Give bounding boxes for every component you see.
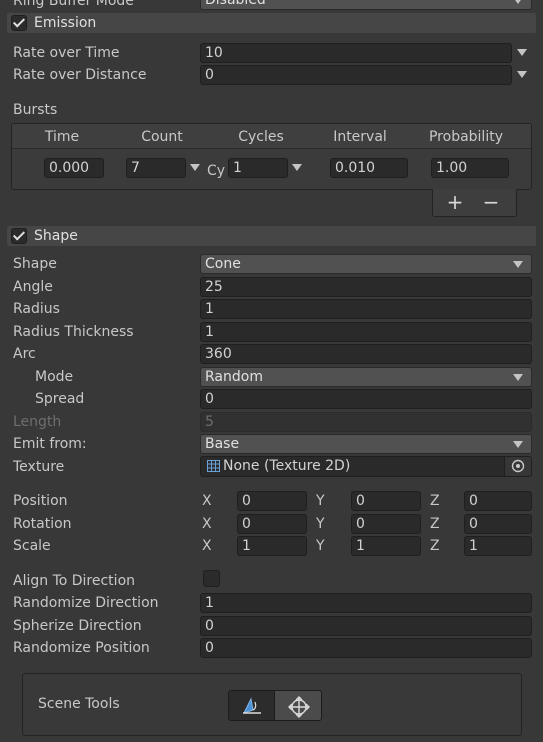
ring-buffer-mode-value: Disabled	[205, 0, 266, 8]
transform-gizmo-icon	[288, 696, 310, 718]
shape-enable-checkbox[interactable]	[11, 228, 27, 244]
rotation-y-label: Y	[316, 516, 325, 532]
shape-type-label: Shape	[13, 256, 57, 272]
rotation-x-label: X	[202, 516, 212, 532]
chevron-down-icon	[513, 0, 523, 4]
scene-tools-edit-shape-button[interactable]	[228, 690, 275, 721]
texture-object-field[interactable]: None (Texture 2D)	[200, 456, 532, 477]
angle-field[interactable]: 25	[200, 277, 532, 297]
texture-label: Texture	[13, 459, 65, 475]
rate-over-time-label: Rate over Time	[13, 45, 120, 61]
burst-cycles-prefix: Cy	[207, 163, 226, 179]
align-to-direction-checkbox[interactable]	[203, 570, 220, 587]
arc-spread-label: Spread	[35, 391, 85, 407]
scale-y-field[interactable]: 1	[351, 536, 421, 556]
position-z-field[interactable]: 0	[464, 491, 532, 511]
position-z-label: Z	[430, 493, 440, 509]
radius-thickness-field[interactable]: 1	[200, 322, 532, 342]
arc-spread-field[interactable]: 0	[200, 389, 532, 409]
emission-section-header[interactable]: Emission	[7, 13, 536, 33]
arc-mode-label: Mode	[35, 369, 74, 385]
angle-label: Angle	[13, 279, 53, 295]
bursts-header-interval: Interval	[333, 129, 387, 145]
shape-section-header[interactable]: Shape	[7, 226, 536, 246]
bursts-header-count: Count	[141, 129, 183, 145]
scale-label: Scale	[13, 538, 51, 554]
scale-y-label: Y	[316, 538, 325, 554]
position-x-label: X	[202, 493, 212, 509]
arc-field[interactable]: 360	[200, 344, 532, 364]
radius-thickness-label: Radius Thickness	[13, 324, 134, 340]
scene-tools-transform-button[interactable]	[274, 690, 322, 721]
texture-icon	[207, 460, 220, 472]
randomize-position-label: Randomize Position	[13, 640, 150, 656]
edit-shape-icon	[243, 697, 261, 714]
radius-field[interactable]: 1	[200, 299, 532, 319]
texture-value: None (Texture 2D)	[223, 458, 351, 474]
ring-buffer-mode-dropdown[interactable]: Disabled	[200, 0, 532, 10]
burst-cycles-field[interactable]: 1	[228, 158, 288, 178]
checkmark-icon	[12, 228, 26, 241]
arc-label: Arc	[13, 346, 36, 362]
chevron-down-icon	[513, 441, 523, 448]
shape-section-title: Shape	[34, 228, 78, 244]
emit-from-dropdown[interactable]: Base	[200, 434, 532, 454]
burst-count-field[interactable]: 7	[126, 158, 186, 178]
scale-x-label: X	[202, 538, 212, 554]
shape-type-value: Cone	[205, 256, 241, 272]
rate-over-distance-label: Rate over Distance	[13, 67, 147, 83]
rotation-z-label: Z	[430, 516, 440, 532]
count-chevron-icon[interactable]	[190, 164, 200, 171]
length-label: Length	[13, 414, 62, 430]
length-field: 5	[200, 412, 532, 432]
randomize-direction-label: Randomize Direction	[13, 595, 159, 611]
curve-mode-chevron-icon[interactable]	[517, 71, 527, 78]
rate-over-distance-field[interactable]: 0	[200, 65, 512, 85]
object-picker-button[interactable]	[504, 457, 531, 476]
randomize-direction-field[interactable]: 1	[200, 593, 532, 613]
arc-mode-dropdown[interactable]: Random	[200, 367, 532, 387]
rotation-label: Rotation	[13, 516, 72, 532]
align-to-direction-label: Align To Direction	[13, 573, 136, 589]
checkmark-icon	[12, 15, 26, 28]
burst-time-field[interactable]: 0.000	[44, 158, 104, 178]
burst-probability-field[interactable]: 1.00	[431, 158, 509, 178]
scene-tools-label: Scene Tools	[38, 696, 120, 712]
emission-section-title: Emission	[34, 15, 97, 31]
burst-interval-field[interactable]: 0.010	[330, 158, 408, 178]
scale-x-field[interactable]: 1	[237, 536, 307, 556]
position-x-field[interactable]: 0	[237, 491, 307, 511]
bursts-header-time: Time	[44, 129, 80, 145]
ring-buffer-mode-label: Ring Buffer Mode	[13, 0, 134, 9]
rotation-x-field[interactable]: 0	[237, 514, 307, 534]
scale-z-label: Z	[430, 538, 440, 554]
bursts-label: Bursts	[13, 102, 58, 118]
remove-burst-button[interactable]: −	[480, 190, 502, 214]
emit-from-value: Base	[205, 436, 240, 452]
randomize-position-field[interactable]: 0	[200, 638, 532, 658]
object-picker-icon	[511, 459, 525, 473]
emit-from-label: Emit from:	[13, 436, 87, 452]
bursts-header-cycles: Cycles	[238, 129, 284, 145]
position-y-field[interactable]: 0	[351, 491, 421, 511]
radius-label: Radius	[13, 301, 60, 317]
bursts-header-probability: Probability	[428, 129, 503, 145]
rotation-y-field[interactable]: 0	[351, 514, 421, 534]
shape-type-dropdown[interactable]: Cone	[200, 254, 532, 274]
chevron-down-icon	[513, 261, 523, 268]
spherize-direction-field[interactable]: 0	[200, 616, 532, 636]
curve-mode-chevron-icon[interactable]	[517, 49, 527, 56]
rate-over-time-field[interactable]: 10	[200, 43, 512, 63]
cycles-chevron-icon[interactable]	[292, 164, 302, 171]
add-burst-button[interactable]: +	[444, 190, 466, 214]
position-label: Position	[13, 493, 68, 509]
spherize-direction-label: Spherize Direction	[13, 618, 142, 634]
arc-mode-value: Random	[205, 369, 263, 385]
emission-enable-checkbox[interactable]	[11, 15, 27, 31]
rotation-z-field[interactable]: 0	[464, 514, 532, 534]
position-y-label: Y	[316, 493, 325, 509]
chevron-down-icon	[513, 374, 523, 381]
scale-z-field[interactable]: 1	[464, 536, 532, 556]
